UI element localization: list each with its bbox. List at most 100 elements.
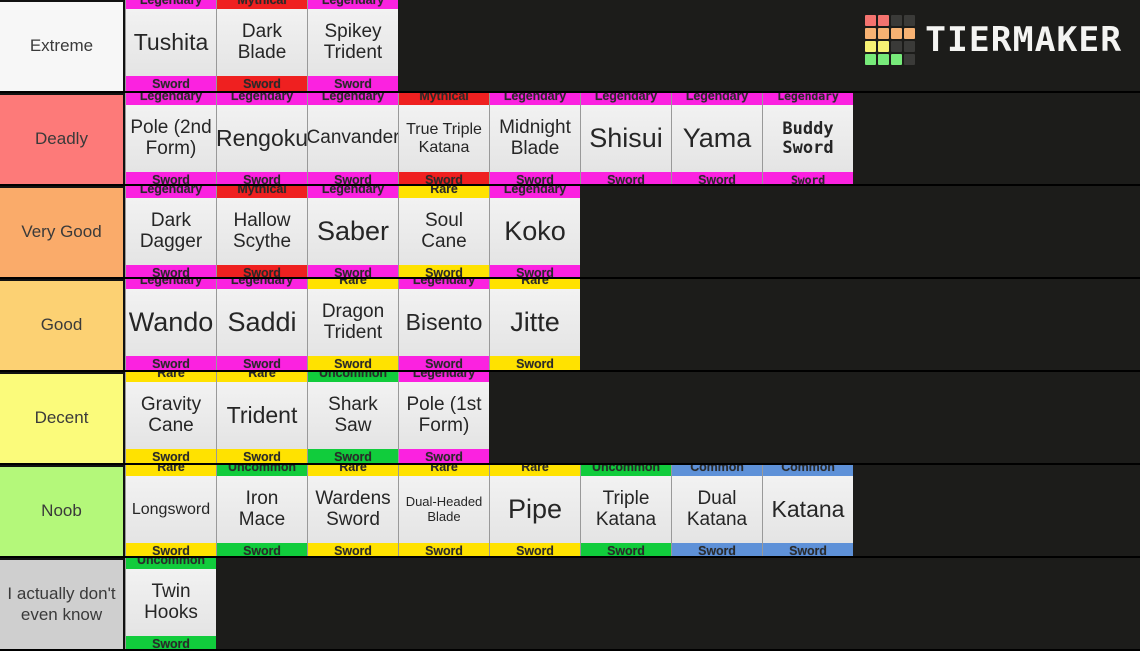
item-rarity-badge: Legendary <box>763 93 853 105</box>
tier-item-card[interactable]: Legendary Rengoku Sword <box>216 93 307 184</box>
item-type-badge: Sword <box>672 543 762 556</box>
logo-cell-6 <box>890 28 902 39</box>
tier-items-dropzone[interactable]: Rare Longsword Sword Uncommon Iron Mace Sword R… <box>125 465 1140 556</box>
tier-item-card[interactable]: Legendary Buddy Sword Sword <box>762 93 853 184</box>
item-type-badge: Sword <box>217 265 307 277</box>
item-rarity-badge: Rare <box>399 186 489 198</box>
item-name-line: Koko <box>504 215 566 246</box>
item-name: Triple Katana <box>581 476 671 543</box>
item-name-line: Dark <box>241 20 283 42</box>
tier-item-card[interactable]: Rare Dragon Trident Sword <box>307 279 398 370</box>
tier-item-card[interactable]: Legendary Yama Sword <box>671 93 762 184</box>
tier-item-card[interactable]: Uncommon Triple Katana Sword <box>580 465 671 556</box>
item-rarity-badge: Rare <box>399 465 489 476</box>
tier-row-i-actually-don-t-even-know: I actually don't even know Uncommon Twin Ho… <box>0 558 1140 651</box>
tier-item-card[interactable]: Common Dual Katana Sword <box>671 465 762 556</box>
item-type-badge: Sword <box>126 76 216 91</box>
item-type-badge: Sword <box>308 265 398 277</box>
item-type-badge: Sword <box>490 356 580 370</box>
item-name-line: Katana <box>595 508 657 530</box>
item-type-badge: Sword <box>217 356 307 370</box>
tier-item-card[interactable]: Rare Gravity Cane Sword <box>125 372 216 463</box>
tier-items-dropzone[interactable]: Legendary Dark Dagger Sword Mythical Hallow Sc… <box>125 186 1140 277</box>
item-type-badge: Sword <box>217 76 307 91</box>
tier-item-card[interactable]: Legendary Spikey Trident Sword <box>307 0 398 91</box>
tier-item-card[interactable]: Rare Soul Cane Sword <box>398 186 489 277</box>
tier-item-card[interactable]: Legendary Dark Dagger Sword <box>125 186 216 277</box>
tier-item-card[interactable]: Common Katana Sword <box>762 465 853 556</box>
item-rarity-badge: Uncommon <box>217 465 307 476</box>
item-name-line: Soul <box>424 209 463 231</box>
item-name: Shisui <box>581 105 671 172</box>
item-name-line: Pipe <box>507 493 563 524</box>
item-name-line: Saber <box>316 215 390 246</box>
item-name: Twin Hooks <box>126 569 216 636</box>
item-name: Canvander <box>308 105 398 172</box>
item-name-line: Blade <box>427 508 461 524</box>
logo-cell-0 <box>864 15 876 26</box>
item-name-line: Jitte <box>510 306 560 337</box>
tier-item-card[interactable]: Mythical Dark Blade Sword <box>216 0 307 91</box>
item-name-line: True Triple <box>406 120 482 138</box>
item-name-line: Pole (1st <box>406 393 482 415</box>
tier-item-card[interactable]: Legendary Pole (1st Form) Sword <box>398 372 489 463</box>
tier-items-dropzone[interactable]: Rare Gravity Cane Sword Rare Trident Sword Unco… <box>125 372 1140 463</box>
item-name-line: Dragon <box>321 300 385 322</box>
logo-cell-14 <box>890 54 902 65</box>
tier-items-dropzone[interactable]: Legendary Wando Sword Legendary Saddi Sword Ra… <box>125 279 1140 370</box>
item-name: Longsword <box>126 476 216 543</box>
item-name: Wardens Sword <box>308 476 398 543</box>
tier-item-card[interactable]: Legendary Saddi Sword <box>216 279 307 370</box>
item-name: Dual-Headed Blade <box>399 476 489 543</box>
tier-item-card[interactable]: Legendary Koko Sword <box>489 186 580 277</box>
tier-item-card[interactable]: Rare Pipe Sword <box>489 465 580 556</box>
tier-item-card[interactable]: Uncommon Shark Saw Sword <box>307 372 398 463</box>
tier-item-card[interactable]: Legendary Saber Sword <box>307 186 398 277</box>
tier-item-card[interactable]: Mythical True Triple Katana Sword <box>398 93 489 184</box>
tier-item-card[interactable]: Legendary Bisento Sword <box>398 279 489 370</box>
tier-item-card[interactable]: Uncommon Iron Mace Sword <box>216 465 307 556</box>
tier-items-dropzone[interactable]: Uncommon Twin Hooks Sword <box>125 558 1140 649</box>
logo-cell-8 <box>864 41 876 52</box>
tier-item-card[interactable]: Rare Jitte Sword <box>489 279 580 370</box>
item-rarity-badge: Mythical <box>399 93 489 105</box>
item-type-badge: Sword <box>126 356 216 370</box>
tier-item-card[interactable]: Mythical Hallow Scythe Sword <box>216 186 307 277</box>
item-rarity-badge: Legendary <box>581 93 671 105</box>
item-name: Shark Saw <box>308 382 398 449</box>
tier-item-card[interactable]: Rare Longsword Sword <box>125 465 216 556</box>
tier-item-card[interactable]: Uncommon Twin Hooks Sword <box>125 558 216 649</box>
item-name-line: Scythe <box>232 230 292 252</box>
item-name-line: Blade <box>237 41 287 63</box>
item-name-line: Trident <box>226 401 298 428</box>
tier-item-card[interactable]: Rare Dual-Headed Blade Sword <box>398 465 489 556</box>
tier-item-card[interactable]: Rare Wardens Sword Sword <box>307 465 398 556</box>
tier-item-card[interactable]: Legendary Pole (2nd Form) Sword <box>125 93 216 184</box>
tier-label[interactable]: Good <box>0 279 125 370</box>
item-name: Rengoku <box>217 105 307 172</box>
item-name-line: Dagger <box>139 230 203 252</box>
tier-label[interactable]: Extreme <box>0 0 125 91</box>
tier-item-card[interactable]: Legendary Canvander Sword <box>307 93 398 184</box>
item-type-badge: Sword <box>126 543 216 556</box>
item-name: Trident <box>217 382 307 449</box>
item-name-line: Iron <box>245 487 279 509</box>
logo-cell-11 <box>903 41 915 52</box>
item-type-badge: Sword <box>308 172 398 184</box>
tier-item-card[interactable]: Legendary Shisui Sword <box>580 93 671 184</box>
item-type-badge: Sword <box>399 265 489 277</box>
tier-label[interactable]: Decent <box>0 372 125 463</box>
tiermaker-wordmark: TIERMAKER <box>924 20 1122 60</box>
tier-item-card[interactable]: Rare Trident Sword <box>216 372 307 463</box>
tier-item-card[interactable]: Legendary Tushita Sword <box>125 0 216 91</box>
tier-item-card[interactable]: Legendary Midnight Blade Sword <box>489 93 580 184</box>
item-type-badge: Sword <box>581 172 671 184</box>
tier-label[interactable]: I actually don't even know <box>0 558 125 649</box>
item-name: Pipe <box>490 476 580 543</box>
tier-item-card[interactable]: Legendary Wando Sword <box>125 279 216 370</box>
tier-label[interactable]: Noob <box>0 465 125 556</box>
tier-label[interactable]: Very Good <box>0 186 125 277</box>
tier-items-dropzone[interactable]: Legendary Pole (2nd Form) Sword Legendary Ren… <box>125 93 1140 184</box>
tier-label[interactable]: Deadly <box>0 93 125 184</box>
item-name-line: Form) <box>145 137 197 159</box>
